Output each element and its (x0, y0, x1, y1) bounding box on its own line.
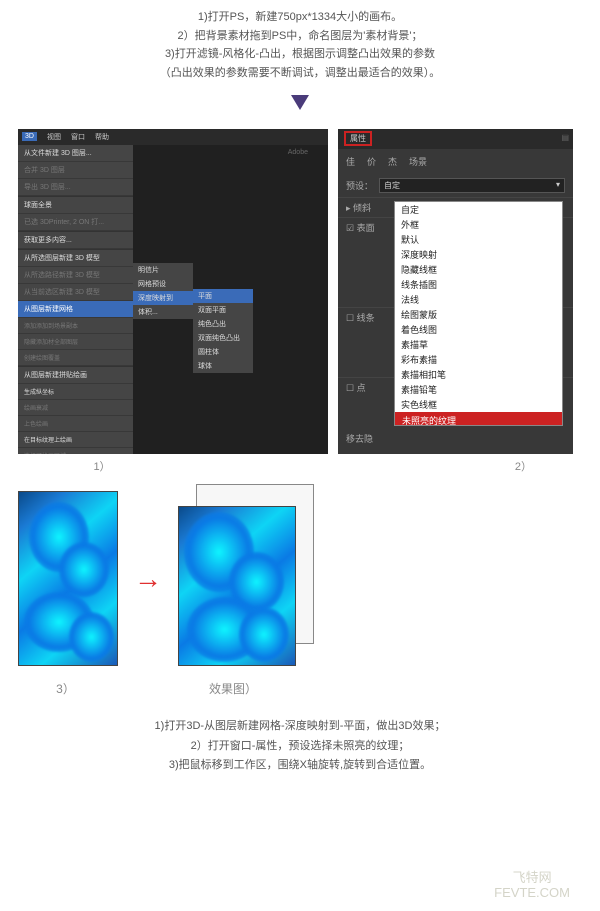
prop-tab[interactable]: 属性 (344, 131, 372, 146)
prop-icon[interactable]: 佳 (346, 155, 355, 168)
label-result: 效果图） (143, 680, 323, 697)
instr-line: （凸出效果的参数需要不断调试，调整出最适合的效果）。 (0, 64, 600, 83)
prop-icon-row: 佳 价 杰 场景 (338, 149, 573, 174)
dropdown-item[interactable]: 素描铅笔 (395, 382, 562, 397)
label-row-2: 3） 效果图） (0, 674, 600, 697)
menu-item[interactable]: 从文件新建 3D 图层... (18, 145, 133, 162)
submenu2-item[interactable]: 纯色凸出 (193, 317, 253, 331)
menubar-window[interactable]: 窗口 (71, 132, 85, 142)
watermark: 飞特网 FEVTE.COM (494, 870, 570, 901)
instr-line: 1)打开3D-从图层新建网格-深度映射到-平面，做出3D效果； (0, 717, 600, 737)
watermark-cn: 飞特网 (494, 870, 570, 886)
ps-menu-screenshot: 3D 视图 窗口 帮助 Adobe 从文件新建 3D 图层... 合并 3D 图… (18, 129, 328, 454)
menu-item: 从所选路径新建 3D 模型 (18, 267, 133, 284)
instr-line: 3)打开滤镜-风格化-凸出，根据图示调整凸出效果的参数 (0, 45, 600, 64)
menu-item[interactable]: 球面全景 (18, 197, 133, 214)
prop-icon[interactable]: 场景 (409, 155, 427, 168)
prop-titlebar: 属性 ▤ (338, 129, 573, 149)
dropdown-item[interactable]: 彩布素描 (395, 352, 562, 367)
menu-item: 绘画衰减 (18, 400, 133, 416)
dropdown-item[interactable]: 实色线框 (395, 397, 562, 412)
prop-section: 移去隐 (338, 432, 573, 445)
submenu2-item[interactable]: 圆柱体 (193, 345, 253, 359)
submenu-item[interactable]: 网格预设 (133, 277, 193, 291)
result-3d-image (178, 484, 318, 674)
prop-dropdown-list: 自定 外框 默认 深度映射 隐藏线框 线条插图 法线 绘图蒙版 着色线图 素描草… (394, 201, 563, 426)
instr-line: 2）把背景素材拖到PS中，命名图层为'素材背景'； (0, 27, 600, 46)
divider-triangle (0, 87, 600, 129)
submenu-item[interactable]: 明信片 (133, 263, 193, 277)
prop-preset-row: 预设： 自定 ▾ (338, 174, 573, 197)
instructions-top: 1)打开PS，新建750px*1334大小的画布。 2）把背景素材拖到PS中，命… (0, 0, 600, 87)
menu-item: 隐藏添加材全部图层 (18, 334, 133, 350)
menu-item: 合并 3D 图层 (18, 162, 133, 179)
label-2: 2） (186, 458, 582, 474)
dropdown-item[interactable]: 素描草 (395, 337, 562, 352)
dropdown-item[interactable]: 着色线图 (395, 322, 562, 337)
instr-line: 1)打开PS，新建750px*1334大小的画布。 (0, 8, 600, 27)
prop-icon[interactable]: 杰 (388, 155, 397, 168)
ps-submenu: 明信片 网格预设 深度映射到 体积... (133, 263, 193, 319)
submenu2-item[interactable]: 双面纯色凸出 (193, 331, 253, 345)
dropdown-item[interactable]: 素描相扣笔 (395, 367, 562, 382)
dropdown-item[interactable]: 隐藏线框 (395, 262, 562, 277)
triangle-down-icon (291, 95, 309, 110)
menu-item: 导出 3D 图层... (18, 179, 133, 196)
submenu2-item[interactable]: 双面平面 (193, 303, 253, 317)
chevron-down-icon: ▾ (556, 180, 560, 191)
menu-item: 从当前选区新建 3D 模型 (18, 284, 133, 301)
label-row-1: 1） 2） (0, 454, 600, 476)
label-1: 1） (18, 458, 186, 474)
dropdown-item[interactable]: 自定 (395, 202, 562, 217)
ps-menubar: 3D 视图 窗口 帮助 (18, 129, 328, 145)
menu-item: 上色绘画 (18, 416, 133, 432)
submenu2-item[interactable]: 球体 (193, 359, 253, 373)
prop-preset-select[interactable]: 自定 ▾ (379, 178, 565, 193)
watermark-en: FEVTE.COM (494, 885, 570, 901)
dropdown-item[interactable]: 外框 (395, 217, 562, 232)
menu-item[interactable]: 生成纵坐标 (18, 384, 133, 400)
menu-item[interactable]: 从图层新建拼贴绘画 (18, 367, 133, 384)
arrow-right-icon: → (130, 563, 166, 595)
properties-panel-screenshot: 属性 ▤ 佳 价 杰 场景 预设： 自定 ▾ ▸ 倾斜 ☑ 表面 ☐ 线条 ☐ … (338, 129, 573, 454)
instr-line: 3)把鼠标移到工作区，围绕X轴旋转,旋转到合适位置。 (0, 756, 600, 776)
prop-preset-value: 自定 (384, 180, 400, 191)
instructions-bottom: 1)打开3D-从图层新建网格-深度映射到-平面，做出3D效果； 2）打开窗口-属… (0, 697, 600, 776)
menu-item[interactable]: 从所选图层新建 3D 模型 (18, 250, 133, 267)
menu-item: 添加添加到场景副本 (18, 318, 133, 334)
dropdown-item[interactable]: 默认 (395, 232, 562, 247)
prop-icon[interactable]: 价 (367, 155, 376, 168)
instr-line: 2）打开窗口-属性，预设选择未照亮的纹理； (0, 737, 600, 757)
ps-dropdown-menu: 从文件新建 3D 图层... 合并 3D 图层 导出 3D 图层... 球面全景… (18, 145, 133, 454)
prop-preset-label: 预设： (346, 179, 373, 192)
submenu-item[interactable]: 体积... (133, 305, 193, 319)
menubar-3d[interactable]: 3D (22, 132, 37, 141)
menu-item: 选择可绘画区域 (18, 448, 133, 454)
label-3: 3） (18, 680, 113, 697)
menubar-help[interactable]: 帮助 (95, 132, 109, 142)
screenshot-row-1: 3D 视图 窗口 帮助 Adobe 从文件新建 3D 图层... 合并 3D 图… (0, 129, 600, 454)
dropdown-item[interactable]: 绘图蒙版 (395, 307, 562, 322)
menu-item-new-mesh[interactable]: 从图层新建网格 (18, 301, 133, 318)
dropdown-item[interactable]: 深度映射 (395, 247, 562, 262)
menu-item: 创建绘图覆盖 (18, 350, 133, 366)
dropdown-item[interactable]: 法线 (395, 292, 562, 307)
ps-submenu-2: 平面 双面平面 纯色凸出 双面纯色凸出 圆柱体 球体 (193, 289, 253, 373)
dropdown-item-unlit-texture[interactable]: 未照亮的纹理 (395, 412, 562, 426)
menu-item: 已选 3DPrinter, 2 ON 打... (18, 214, 133, 231)
menu-item[interactable]: 在目标纹理上绘画 (18, 432, 133, 448)
submenu-depth-map[interactable]: 深度映射到 (133, 291, 193, 305)
screenshot-row-2: → (0, 476, 600, 674)
menubar-view[interactable]: 视图 (47, 132, 61, 142)
submenu2-plane[interactable]: 平面 (193, 289, 253, 303)
adobe-label: Adobe (288, 149, 308, 156)
menu-item[interactable]: 获取更多内容... (18, 232, 133, 249)
dropdown-item[interactable]: 线条插图 (395, 277, 562, 292)
source-image (18, 491, 118, 666)
close-icon[interactable]: ▤ (561, 133, 569, 142)
